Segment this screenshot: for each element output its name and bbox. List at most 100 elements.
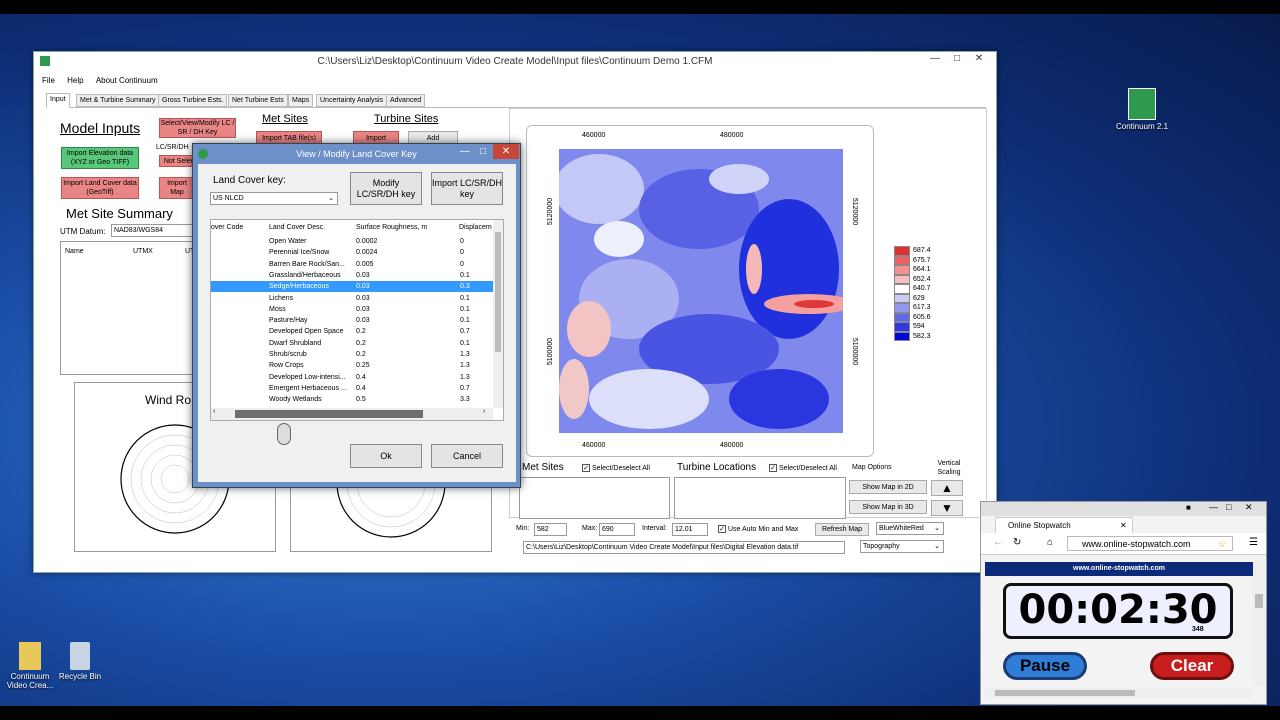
map-type-select[interactable]: Topography ⌄ bbox=[860, 540, 944, 553]
legend-value: 594 bbox=[913, 323, 925, 330]
reload-icon[interactable]: ↻ bbox=[1013, 537, 1021, 548]
browser-maximize-button[interactable]: □ bbox=[1226, 502, 1231, 512]
stopwatch-vertical-scroll-thumb[interactable] bbox=[1255, 594, 1263, 608]
browser-tab[interactable]: Online Stopwatch ✕ bbox=[995, 517, 1133, 533]
vertical-scaling-label: Vertical Scaling bbox=[937, 460, 961, 476]
menu-about[interactable]: About Continuum bbox=[96, 74, 158, 88]
desktop-icon-continuum[interactable]: Continuum 2.1 bbox=[1112, 88, 1172, 131]
tab-met-turbine-summary[interactable]: Met & Turbine Summary bbox=[76, 94, 160, 107]
menu-icon[interactable]: ☰ bbox=[1249, 537, 1258, 548]
browser-minimize-button[interactable]: — bbox=[1209, 502, 1218, 512]
table-row[interactable]: Sedge/Herbaceous 0.03 0.3 bbox=[211, 281, 493, 293]
cell-dh: 0 bbox=[460, 238, 464, 245]
import-key-button[interactable]: Import LC/SR/DH key bbox=[431, 172, 503, 205]
color-scheme-select[interactable]: BlueWhiteRed ⌄ bbox=[876, 522, 944, 535]
scroll-right-icon[interactable]: › bbox=[483, 408, 485, 415]
max-input[interactable]: 690 bbox=[599, 523, 635, 536]
land-cover-grid[interactable]: over Code Land Cover Desc. Surface Rough… bbox=[210, 219, 504, 421]
dialog-minimize-button[interactable]: — bbox=[455, 146, 475, 160]
show-map-3d-button[interactable]: Show Map in 3D bbox=[849, 500, 927, 514]
horizontal-scroll-thumb[interactable] bbox=[235, 410, 423, 418]
cell-desc: Row Crops bbox=[269, 362, 304, 370]
menu-help[interactable]: Help bbox=[67, 74, 83, 88]
scroll-left-icon[interactable]: ‹ bbox=[213, 408, 215, 415]
table-row[interactable]: Barren Bare Rock/San... 0.005 0 bbox=[211, 259, 493, 270]
table-row[interactable]: Row Crops 0.25 1.3 bbox=[211, 360, 493, 371]
home-icon[interactable]: ⌂ bbox=[1047, 537, 1053, 548]
tab-input[interactable]: Input bbox=[46, 93, 70, 108]
min-input[interactable]: 582 bbox=[534, 523, 567, 536]
tab-maps[interactable]: Maps bbox=[288, 94, 314, 107]
browser-close-button[interactable]: ✕ bbox=[1245, 502, 1253, 513]
cell-dh: 0.1 bbox=[460, 339, 470, 347]
land-cover-key-select[interactable]: US NLCD ⌄ bbox=[210, 192, 338, 205]
met-sites-list[interactable] bbox=[519, 477, 670, 519]
cell-desc: Grassland/Herbaceous bbox=[269, 271, 341, 279]
bookmark-star-icon[interactable]: ☆ bbox=[1218, 537, 1226, 551]
stopwatch-horizontal-scroll-thumb[interactable] bbox=[995, 690, 1135, 696]
legend-value: 687.4 bbox=[913, 247, 931, 254]
col-cover-code[interactable]: over Code bbox=[211, 222, 243, 233]
dialog-close-button[interactable]: ✕ bbox=[493, 144, 519, 159]
table-row[interactable]: Open Water 0.0002 0 bbox=[211, 236, 493, 247]
import-elevation-button[interactable]: Import Elevation data (XYZ or Geo TIFF) bbox=[61, 147, 139, 169]
tab-uncertainty[interactable]: Uncertainty Analysis bbox=[316, 94, 388, 107]
table-row[interactable]: Grassland/Herbaceous 0.03 0.1 bbox=[211, 270, 493, 281]
file-path-field[interactable]: C:\Users\Liz\Desktop\Continuum Video Cre… bbox=[523, 541, 845, 554]
cell-dh: 0 bbox=[460, 260, 464, 268]
menu-file[interactable]: File bbox=[42, 74, 55, 88]
table-row[interactable]: Perennial Ice/Snow 0.0024 0 bbox=[211, 247, 493, 258]
tab-net-turbine[interactable]: Net Turbine Ests bbox=[228, 94, 288, 107]
table-row[interactable]: Emergent Herbaceous ... 0.4 0.7 bbox=[211, 383, 493, 394]
legend-swatch bbox=[894, 303, 910, 313]
col-displacement[interactable]: Displacem bbox=[459, 222, 492, 233]
stopwatch-vertical-scrollbar[interactable] bbox=[1253, 560, 1265, 686]
show-map-2d-button[interactable]: Show Map in 2D bbox=[849, 480, 927, 494]
table-row[interactable]: Developed Low-intensi... 0.4 1.3 bbox=[211, 372, 493, 383]
vertical-scrollbar[interactable] bbox=[493, 220, 503, 408]
table-row[interactable]: Woody Wetlands 0.5 3.3 bbox=[211, 394, 493, 405]
table-row[interactable]: Dwarf Shrubland 0.2 0.1 bbox=[211, 338, 493, 349]
select-lc-key-button[interactable]: Select/View/Modify LC / SR / DH Key bbox=[159, 118, 236, 138]
import-land-cover-button[interactable]: Import Land Cover data (GeoTiff) bbox=[61, 177, 139, 199]
met-select-all-checkbox[interactable]: ✓ Select/Deselect All bbox=[582, 464, 650, 472]
desktop-icon-recycle-bin[interactable]: Recycle Bin bbox=[50, 642, 110, 681]
cell-dh: 1.3 bbox=[460, 362, 470, 370]
close-button[interactable]: ✕ bbox=[966, 52, 992, 66]
auto-minmax-checkbox[interactable]: ✓ Use Auto Min and Max bbox=[718, 525, 798, 533]
met-sites-heading: Met Sites bbox=[262, 113, 308, 125]
scale-down-button[interactable]: ▼ bbox=[931, 500, 963, 516]
arrow-up-icon: ▲ bbox=[941, 481, 953, 495]
elevation-contour-map[interactable] bbox=[559, 149, 843, 433]
turbine-locations-list[interactable] bbox=[674, 477, 846, 519]
scale-up-button[interactable]: ▲ bbox=[931, 480, 963, 496]
dialog-maximize-button[interactable]: □ bbox=[475, 146, 491, 160]
stopwatch-horizontal-scrollbar[interactable] bbox=[985, 688, 1253, 698]
refresh-map-button[interactable]: Refresh Map bbox=[815, 523, 869, 536]
ok-button[interactable]: Ok bbox=[350, 444, 422, 468]
clear-button[interactable]: Clear bbox=[1150, 652, 1234, 680]
cancel-button[interactable]: Cancel bbox=[431, 444, 503, 468]
turbine-select-all-checkbox[interactable]: ✓ Select/Deselect All bbox=[769, 464, 837, 472]
tab-close-icon[interactable]: ✕ bbox=[1120, 518, 1127, 533]
modify-key-button[interactable]: Modify LC/SR/DH key bbox=[350, 172, 422, 205]
horizontal-scrollbar[interactable]: ‹ › bbox=[211, 408, 493, 420]
utm-datum-select[interactable]: NAD83/WGS84 bbox=[111, 224, 193, 237]
vertical-scroll-thumb[interactable] bbox=[495, 232, 501, 352]
tab-gross-turbine[interactable]: Gross Turbine Ests. bbox=[158, 94, 228, 107]
table-row[interactable]: Shrub/scrub 0.2 1.3 bbox=[211, 349, 493, 360]
import-map-button[interactable]: Import Map bbox=[159, 177, 195, 199]
table-row[interactable]: Pasture/Hay 0.03 0.1 bbox=[211, 315, 493, 326]
address-bar[interactable]: www.online-stopwatch.com ☆ bbox=[1067, 536, 1233, 551]
table-row[interactable]: Lichens 0.03 0.1 bbox=[211, 293, 493, 304]
back-icon[interactable]: ← bbox=[993, 537, 1003, 548]
table-row[interactable]: Developed Open Space 0.2 0.7 bbox=[211, 326, 493, 337]
col-desc[interactable]: Land Cover Desc. bbox=[269, 222, 325, 233]
pause-button[interactable]: Pause bbox=[1003, 652, 1087, 680]
stopwatch-browser-window: ■ — □ ✕ Online Stopwatch ✕ ← ↻ ⌂ www.onl… bbox=[980, 501, 1267, 705]
table-row[interactable]: Moss 0.03 0.1 bbox=[211, 304, 493, 315]
interval-input[interactable]: 12.01 bbox=[672, 523, 708, 536]
stopwatch-ms: 348 bbox=[1192, 626, 1204, 633]
col-roughness[interactable]: Surface Roughness, m bbox=[356, 222, 427, 233]
tab-advanced[interactable]: Advanced bbox=[386, 94, 426, 107]
